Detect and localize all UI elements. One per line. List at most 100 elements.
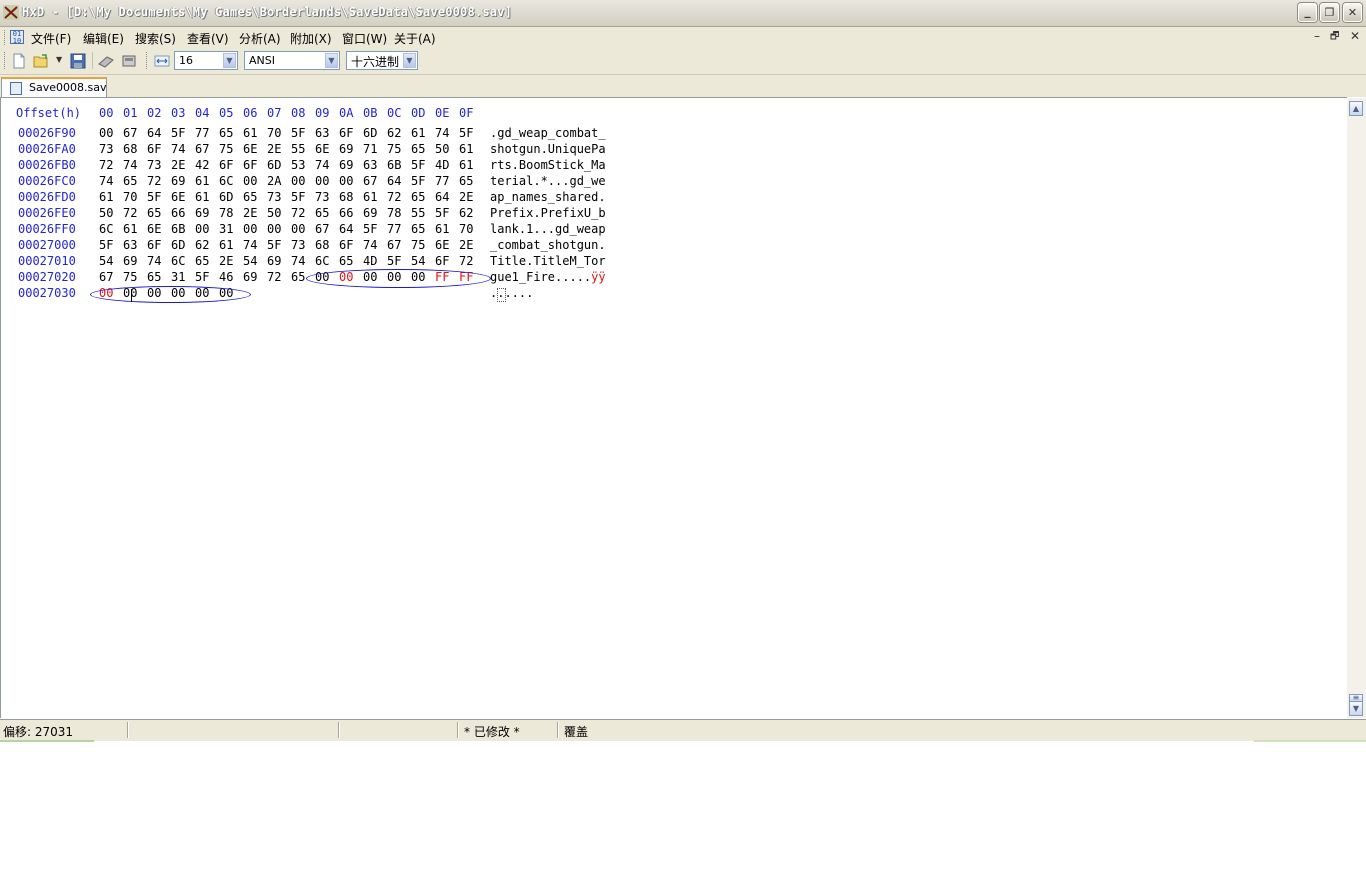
hex-byte[interactable]: 00 [315, 174, 329, 188]
hex-byte[interactable]: 67 [387, 238, 401, 252]
hex-byte[interactable]: 6D [171, 238, 185, 252]
hex-byte[interactable]: 73 [315, 190, 329, 204]
hex-byte[interactable]: 75 [411, 238, 425, 252]
hex-byte[interactable]: 65 [315, 206, 329, 220]
menu-about[interactable]: 关于(A) [394, 30, 436, 47]
hex-byte[interactable]: 6F [435, 254, 449, 268]
hex-byte[interactable]: 74 [435, 126, 449, 140]
hex-byte[interactable]: 72 [387, 190, 401, 204]
ascii-text[interactable]: .gd_weap_combat_ [490, 126, 606, 140]
hex-byte[interactable]: 62 [387, 126, 401, 140]
hex-byte[interactable]: 4D [363, 254, 377, 268]
hex-byte[interactable]: 61 [99, 190, 113, 204]
hex-byte[interactable]: 67 [363, 174, 377, 188]
hex-byte[interactable]: 00 [195, 222, 209, 236]
hex-byte[interactable]: 55 [411, 206, 425, 220]
menu-extras[interactable]: 附加(X) [290, 30, 332, 47]
hex-byte[interactable]: 77 [435, 174, 449, 188]
hex-byte[interactable]: 00 [147, 286, 161, 300]
hex-byte[interactable]: 72 [267, 270, 281, 284]
hex-byte[interactable]: 61 [195, 174, 209, 188]
hex-byte[interactable]: 5F [435, 206, 449, 220]
hex-byte[interactable]: 6C [219, 174, 233, 188]
hex-byte[interactable]: 68 [123, 142, 137, 156]
hex-byte[interactable]: 31 [171, 270, 185, 284]
hex-byte[interactable]: 50 [435, 142, 449, 156]
hex-byte[interactable]: 74 [99, 174, 113, 188]
hex-byte[interactable]: 74 [363, 238, 377, 252]
tab-save0008[interactable]: Save0008.sav [1, 77, 107, 97]
hex-byte[interactable]: 72 [291, 206, 305, 220]
hex-byte[interactable]: 42 [195, 158, 209, 172]
offset-base-select[interactable]: 十六进制 ▼ [346, 51, 418, 70]
menu-view[interactable]: 查看(V) [187, 30, 229, 47]
toolbar-grip-2[interactable] [146, 52, 149, 69]
hex-byte[interactable]: 2A [267, 174, 281, 188]
hex-byte[interactable]: 64 [435, 190, 449, 204]
hex-byte[interactable]: 63 [123, 238, 137, 252]
hex-byte[interactable]: 65 [339, 254, 353, 268]
hex-byte[interactable]: 6B [171, 222, 185, 236]
hex-byte[interactable]: 68 [315, 238, 329, 252]
hex-byte[interactable]: 73 [147, 158, 161, 172]
scroll-down-button[interactable]: ▼ [1349, 701, 1363, 716]
hex-byte[interactable]: 74 [147, 254, 161, 268]
hex-byte[interactable]: 70 [459, 222, 473, 236]
hex-byte[interactable]: 66 [171, 206, 185, 220]
hex-byte[interactable]: 65 [291, 270, 305, 284]
hex-byte[interactable]: 6E [315, 142, 329, 156]
hex-byte[interactable]: 6F [339, 126, 353, 140]
hex-byte[interactable]: 5F [147, 190, 161, 204]
hex-byte[interactable]: 64 [387, 174, 401, 188]
open-dropdown-icon[interactable]: ▼ [56, 55, 62, 64]
hex-byte[interactable]: 6E [147, 222, 161, 236]
hex-byte[interactable]: 00 [363, 270, 377, 284]
hex-byte[interactable]: 77 [195, 126, 209, 140]
hex-byte[interactable]: 70 [267, 126, 281, 140]
hex-byte[interactable]: 00 [219, 286, 233, 300]
hex-byte[interactable]: 6D [267, 158, 281, 172]
ascii-text[interactable]: shotgun.UniquePa [490, 142, 606, 156]
menu-window[interactable]: 窗口(W) [342, 30, 387, 47]
ascii-text[interactable]: _combat_shotgun. [490, 238, 606, 252]
hex-byte[interactable]: 73 [99, 142, 113, 156]
hex-byte[interactable]: FF [435, 270, 449, 284]
hex-byte[interactable]: 4D [435, 158, 449, 172]
hex-byte[interactable]: 67 [195, 142, 209, 156]
hex-byte[interactable]: 64 [147, 126, 161, 140]
hex-byte[interactable]: 67 [123, 126, 137, 140]
mdi-minimize-button[interactable]: – [1314, 29, 1320, 43]
hex-byte[interactable]: 65 [243, 190, 257, 204]
hex-byte[interactable]: 71 [363, 142, 377, 156]
hex-byte[interactable]: 6E [435, 238, 449, 252]
hex-byte[interactable]: 5F [387, 254, 401, 268]
hex-byte[interactable]: 75 [219, 142, 233, 156]
document-system-icon[interactable]: 01 10 [10, 30, 24, 45]
hex-byte[interactable]: 61 [459, 158, 473, 172]
hex-byte[interactable]: 00 [291, 174, 305, 188]
menu-grip[interactable] [4, 30, 7, 45]
hex-byte[interactable]: 5F [363, 222, 377, 236]
hex-byte[interactable]: 70 [123, 190, 137, 204]
hex-byte[interactable]: 5F [195, 270, 209, 284]
ascii-text[interactable]: terial.*...gd_we [490, 174, 606, 188]
hex-byte[interactable]: 73 [267, 190, 281, 204]
hex-byte[interactable]: 5F [291, 190, 305, 204]
menu-edit[interactable]: 编辑(E) [83, 30, 124, 47]
hex-byte[interactable]: 78 [219, 206, 233, 220]
menu-analysis[interactable]: 分析(A) [239, 30, 281, 47]
open-folder-icon[interactable] [33, 53, 49, 69]
menu-file[interactable]: 文件(F) [31, 30, 71, 47]
hex-byte[interactable]: 69 [123, 254, 137, 268]
hex-byte[interactable]: 63 [363, 158, 377, 172]
hex-byte[interactable]: 6F [243, 158, 257, 172]
hex-byte[interactable]: 67 [99, 270, 113, 284]
hex-byte[interactable]: 54 [99, 254, 113, 268]
hex-byte[interactable]: 6B [387, 158, 401, 172]
hex-byte[interactable]: 72 [147, 174, 161, 188]
hex-byte[interactable]: 72 [123, 206, 137, 220]
hex-byte[interactable]: 2E [171, 158, 185, 172]
open-disk-icon[interactable] [98, 53, 114, 69]
hex-byte[interactable]: 69 [267, 254, 281, 268]
charset-select[interactable]: ANSI ▼ [244, 51, 340, 70]
